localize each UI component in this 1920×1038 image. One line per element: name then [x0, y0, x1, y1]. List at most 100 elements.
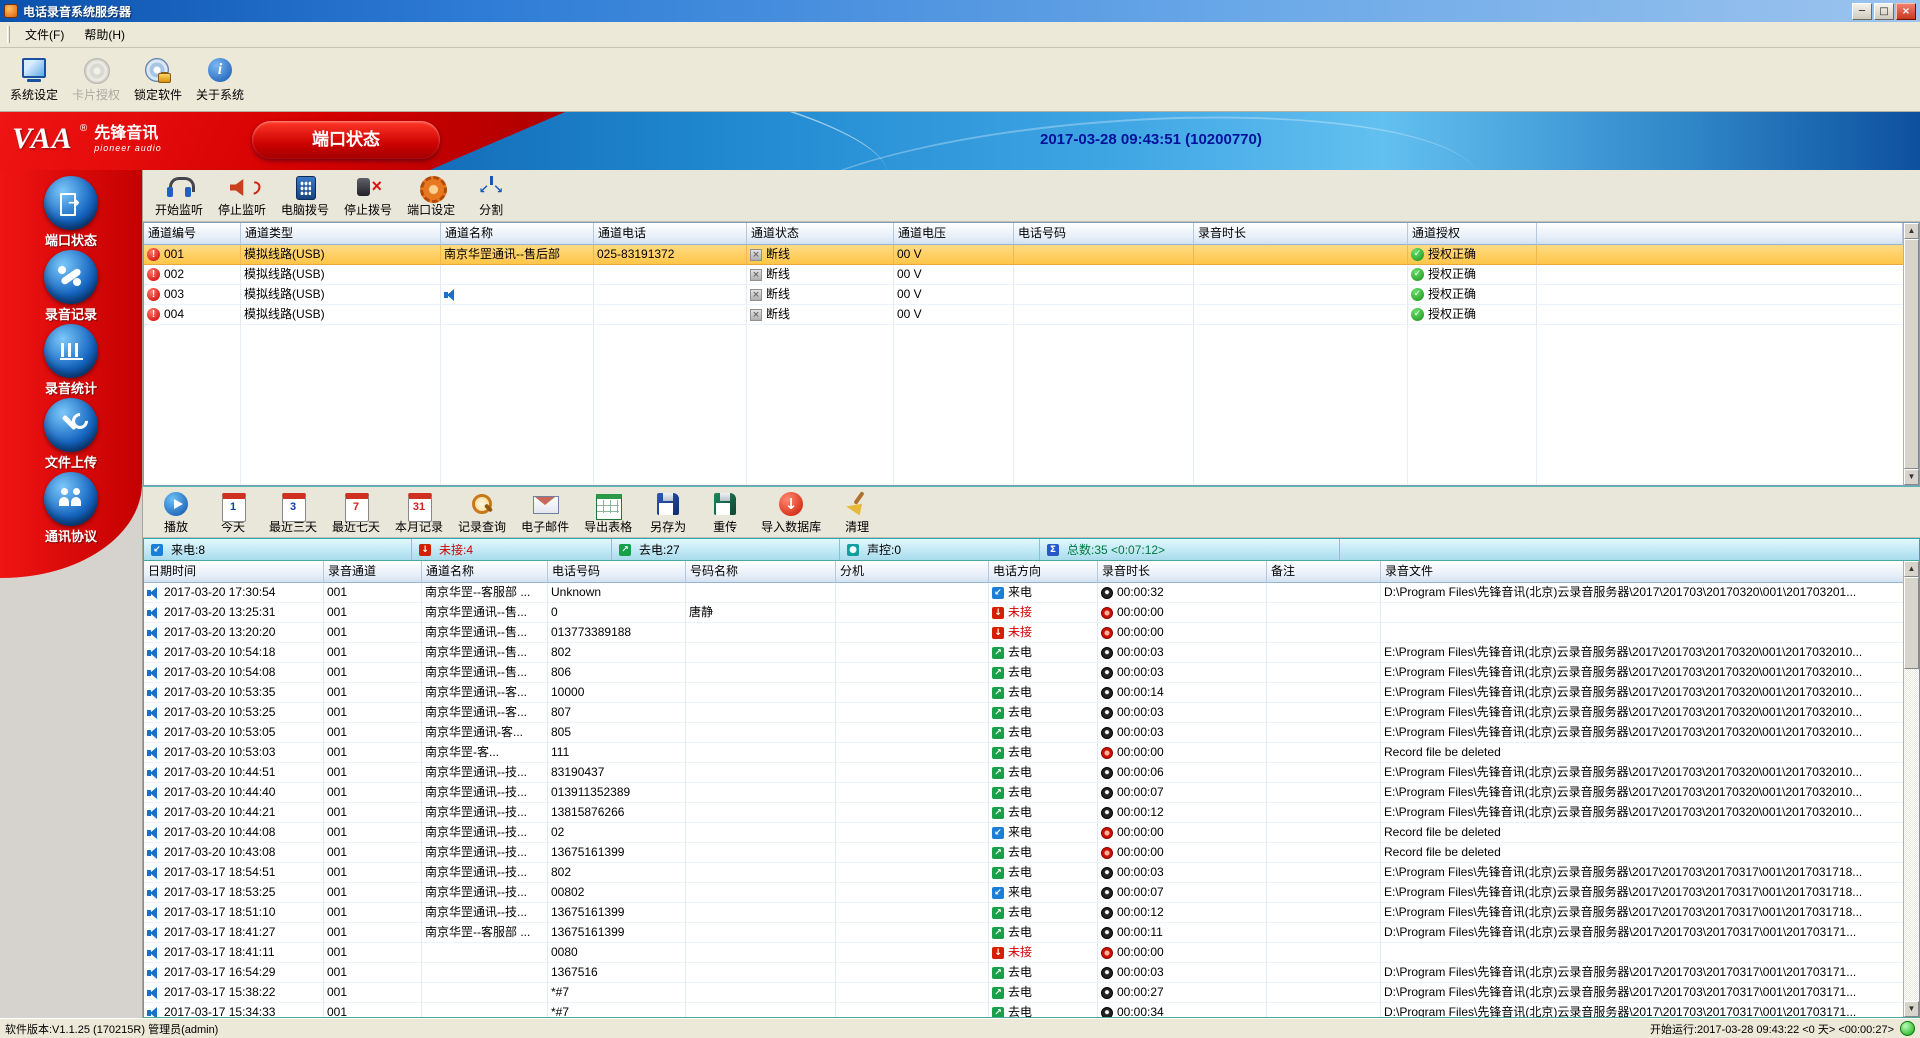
cell — [686, 783, 836, 803]
column-header-7[interactable]: 录音时长 — [1194, 223, 1408, 245]
import-database-button[interactable]: 导入数据库 — [755, 488, 827, 536]
scroll-up-button[interactable]: ▲ — [1904, 223, 1919, 239]
duration: 00:00:03 — [1117, 965, 1164, 979]
last-7-days-button[interactable]: 最近七天 — [326, 488, 386, 536]
record-row[interactable]: 2017-03-17 15:34:33 001 *#7 ↗ 去电 00:00:34 D:\P… — [144, 1003, 1903, 1017]
speaker-icon — [147, 826, 160, 839]
column-header-6[interactable]: 电话号码 — [1014, 223, 1194, 245]
port-row[interactable]: ! 002 模拟线路(USB) × 断线 00 V ✓ 授权正确 — [144, 265, 1903, 285]
sidebar-item-recording-statistics[interactable]: 录音统计 — [0, 324, 142, 398]
record-row[interactable]: 2017-03-17 15:38:22 001 *#7 ↗ 去电 00:00:27 D:\P… — [144, 983, 1903, 1003]
record-search-button[interactable]: 记录查询 — [452, 488, 512, 536]
port-row[interactable]: ! 001 模拟线路(USB) 南京华罡通讯--售后部 025-83191372 × 断线 0… — [144, 245, 1903, 265]
record-row[interactable]: 2017-03-20 10:44:21 001 南京华罡通讯--技... 138158… — [144, 803, 1903, 823]
column-header-4[interactable]: 号码名称 — [686, 561, 836, 583]
incoming-count-label: 来电:8 — [171, 543, 206, 557]
lock-software-button[interactable]: 锁定软件 — [128, 50, 188, 110]
pc-dial-button[interactable]: 电脑拨号 — [275, 172, 335, 220]
this-month-button[interactable]: 本月记录 — [389, 488, 449, 536]
start-monitor-button[interactable]: 开始监听 — [149, 172, 209, 220]
menu-help[interactable]: 帮助(H) — [74, 23, 135, 46]
scroll-track[interactable] — [1904, 577, 1919, 1001]
column-header-1[interactable]: 通道类型 — [241, 223, 441, 245]
stop-monitor-button[interactable]: 停止监听 — [212, 172, 272, 220]
record-row[interactable]: 2017-03-20 17:30:54 001 南京华罡--客服部 ... Unkno… — [144, 583, 1903, 603]
record-time: 2017-03-20 10:44:40 — [164, 785, 276, 799]
column-header-4[interactable]: 通道状态 — [747, 223, 894, 245]
column-header-0[interactable]: 日期时间 — [144, 561, 324, 583]
about-system-button[interactable]: 关于系统 — [190, 50, 250, 110]
record-row[interactable]: 2017-03-17 18:54:51 001 南京华罡通讯--技... 802 ↗ 去电… — [144, 863, 1903, 883]
record-row[interactable]: 2017-03-17 18:51:10 001 南京华罡通讯--技... 136751… — [144, 903, 1903, 923]
sidebar-item-file-upload[interactable]: 文件上传 — [0, 398, 142, 472]
stop-dial-button[interactable]: 停止拨号 — [338, 172, 398, 220]
column-header-0[interactable]: 通道编号 — [144, 223, 241, 245]
port-row[interactable]: ! 004 模拟线路(USB) × 断线 00 V ✓ 授权正确 — [144, 305, 1903, 325]
recording-records-orb — [44, 250, 98, 304]
cell: 00 V — [894, 245, 1014, 265]
sidebar-item-port-status[interactable]: 端口状态 — [0, 176, 142, 250]
scroll-down-button[interactable]: ▼ — [1904, 1001, 1919, 1017]
column-header-5[interactable]: 通道电压 — [894, 223, 1014, 245]
export-table-button[interactable]: 导出表格 — [578, 488, 638, 536]
record-row[interactable]: 2017-03-20 10:54:08 001 南京华罡通讯--售... 806 ↗ 去电… — [144, 663, 1903, 683]
card-authorization-button[interactable]: 卡片授权 — [66, 50, 126, 110]
record-row[interactable]: 2017-03-20 13:20:20 001 南京华罡通讯--售... 013773… — [144, 623, 1903, 643]
save-as-button[interactable]: 另存为 — [641, 488, 695, 536]
record-row[interactable]: 2017-03-20 10:44:51 001 南京华罡通讯--技... 831904… — [144, 763, 1903, 783]
menu-file[interactable]: 文件(F) — [15, 23, 74, 46]
record-row[interactable]: 2017-03-17 18:41:27 001 南京华罡--客服部 ... 13675… — [144, 923, 1903, 943]
email-button[interactable]: 电子邮件 — [515, 488, 575, 536]
record-row[interactable]: 2017-03-17 16:54:29 001 1367516 ↗ 去电 00:00:03… — [144, 963, 1903, 983]
minimize-button[interactable]: ─ — [1852, 2, 1872, 20]
sidebar-item-communication-protocol[interactable]: 通讯协议 — [0, 472, 142, 546]
column-header-2[interactable]: 通道名称 — [441, 223, 594, 245]
record-row[interactable]: 2017-03-20 10:44:08 001 南京华罡通讯--技... 02 ↙ 来电 0… — [144, 823, 1903, 843]
cell — [836, 963, 989, 983]
record-row[interactable]: 2017-03-20 10:53:05 001 南京华罡通讯-客... 805 ↗ 去电 0… — [144, 723, 1903, 743]
record-row[interactable]: 2017-03-20 10:53:25 001 南京华罡通讯--客... 807 ↗ 去电… — [144, 703, 1903, 723]
record-row[interactable]: 2017-03-20 10:53:35 001 南京华罡通讯--客... 10000 ↗… — [144, 683, 1903, 703]
close-button[interactable]: × — [1896, 2, 1916, 20]
record-row[interactable]: 2017-03-20 13:25:31 001 南京华罡通讯--售... 0 唐静 ↓ 未接… — [144, 603, 1903, 623]
port-table-scrollbar[interactable]: ▲ ▼ — [1903, 223, 1919, 485]
column-header-8[interactable]: 备注 — [1267, 561, 1381, 583]
phone-number: 802 — [551, 865, 572, 879]
sidebar-item-recording-records[interactable]: 录音记录 — [0, 250, 142, 324]
play-button[interactable]: 播放 — [149, 488, 203, 536]
column-header-7[interactable]: 录音时长 — [1098, 561, 1267, 583]
record-row[interactable]: 2017-03-20 10:44:40 001 南京华罡通讯--技... 013911… — [144, 783, 1903, 803]
column-header-8[interactable]: 通道授权 — [1408, 223, 1537, 245]
scroll-up-button[interactable]: ▲ — [1904, 561, 1919, 577]
column-header-3[interactable]: 电话号码 — [548, 561, 686, 583]
record-row[interactable]: 2017-03-17 18:53:25 001 南京华罡通讯--技... 00802 ↙… — [144, 883, 1903, 903]
port-settings-button[interactable]: 端口设定 — [401, 172, 461, 220]
system-settings-button[interactable]: 系统设定 — [4, 50, 64, 110]
record-row[interactable]: 2017-03-20 10:54:18 001 南京华罡通讯--售... 802 ↗ 去电… — [144, 643, 1903, 663]
scroll-thumb[interactable] — [1904, 239, 1919, 469]
column-header-6[interactable]: 电话方向 — [989, 561, 1098, 583]
cell — [836, 783, 989, 803]
port-row[interactable]: ! 003 模拟线路(USB) × 断线 00 V ✓ 授权正确 — [144, 285, 1903, 305]
maximize-button[interactable]: □ — [1874, 2, 1894, 20]
cell: 802 — [548, 863, 686, 883]
scroll-down-button[interactable]: ▼ — [1904, 469, 1919, 485]
cleanup-button[interactable]: 清理 — [830, 488, 884, 536]
scroll-track[interactable] — [1904, 239, 1919, 469]
column-header-2[interactable]: 通道名称 — [422, 561, 548, 583]
record-row[interactable]: 2017-03-17 18:41:11 001 0080 ↓ 未接 00:00:00 — [144, 943, 1903, 963]
records-table-scrollbar[interactable]: ▲ ▼ — [1903, 561, 1919, 1017]
column-header-9[interactable]: 录音文件 — [1381, 561, 1903, 583]
scroll-thumb[interactable] — [1904, 577, 1919, 669]
column-header-1[interactable]: 录音通道 — [324, 561, 422, 583]
column-header-5[interactable]: 分机 — [836, 561, 989, 583]
record-row[interactable]: 2017-03-20 10:43:08 001 南京华罡通讯--技... 136751… — [144, 843, 1903, 863]
today-button[interactable]: 今天 — [206, 488, 260, 536]
record-row[interactable]: 2017-03-20 10:53:03 001 南京华罡-客... 111 ↗ 去电 00:… — [144, 743, 1903, 763]
column-header-3[interactable]: 通道电话 — [594, 223, 747, 245]
resend-button[interactable]: 重传 — [698, 488, 752, 536]
split-button[interactable]: 分割 — [464, 172, 518, 220]
last-3-days-button[interactable]: 最近三天 — [263, 488, 323, 536]
cell: 2017-03-17 18:51:10 — [144, 903, 324, 923]
cell — [422, 943, 548, 963]
